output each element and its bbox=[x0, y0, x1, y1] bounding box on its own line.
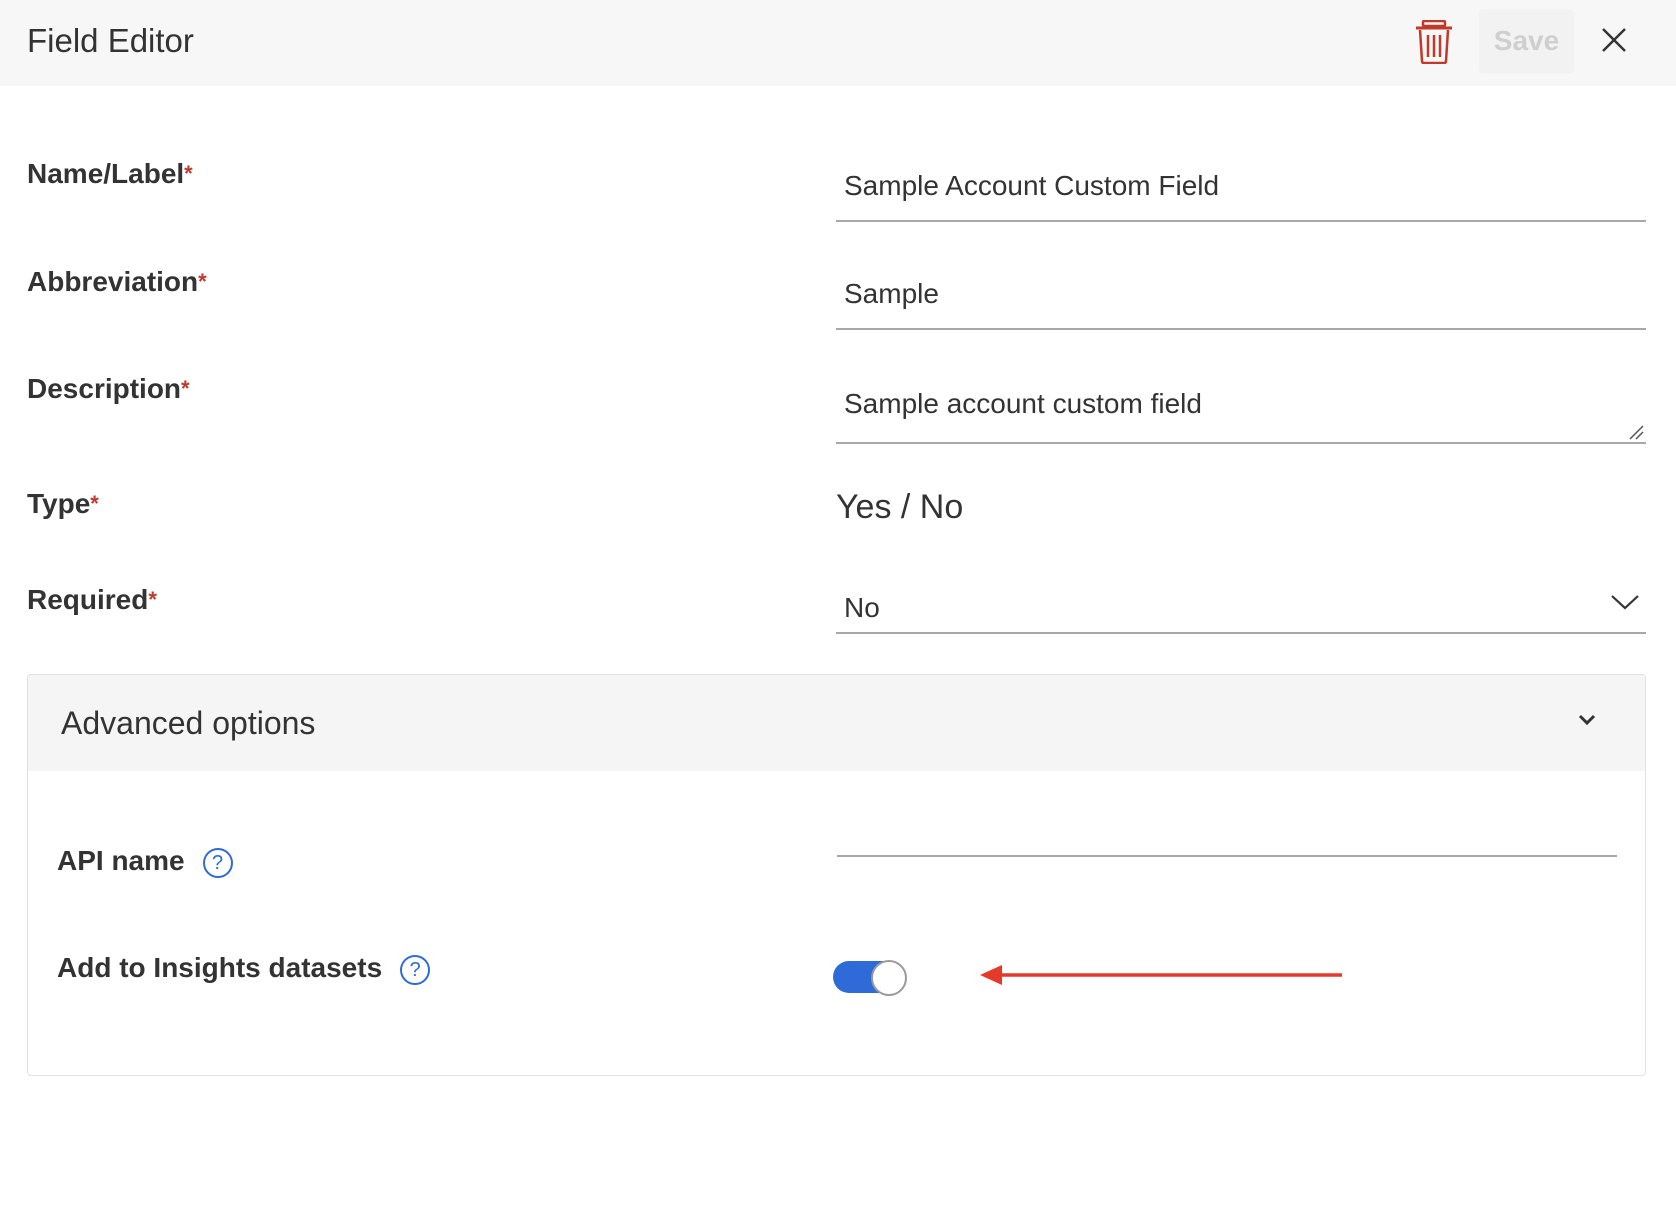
close-button[interactable] bbox=[1596, 22, 1632, 58]
close-icon bbox=[1602, 28, 1626, 52]
required-label: Required* bbox=[27, 582, 157, 618]
api-name-label-text: API name bbox=[57, 845, 185, 876]
description-label: Description* bbox=[27, 371, 190, 407]
api-name-label: API name? bbox=[57, 843, 233, 879]
required-asterisk: * bbox=[148, 587, 157, 612]
name-label-text: Name/Label bbox=[27, 158, 185, 189]
name-input-value: Sample Account Custom Field bbox=[844, 170, 1220, 201]
abbreviation-label-text: Abbreviation bbox=[27, 266, 199, 297]
chevron-down-icon bbox=[1611, 595, 1639, 610]
required-select-value: No bbox=[844, 592, 880, 623]
advanced-options-header[interactable]: Advanced options bbox=[28, 675, 1645, 771]
name-label: Name/Label* bbox=[27, 156, 193, 192]
required-select[interactable]: No bbox=[836, 590, 1646, 634]
description-label-text: Description bbox=[27, 373, 182, 404]
required-asterisk: * bbox=[184, 161, 193, 186]
dialog-title: Field Editor bbox=[27, 22, 194, 59]
advanced-options-panel: Advanced options API name? Add to Insigh… bbox=[27, 674, 1646, 1076]
type-label-text: Type bbox=[27, 488, 91, 519]
abbreviation-input[interactable]: Sample bbox=[836, 276, 1646, 330]
description-textarea[interactable]: Sample account custom field bbox=[836, 386, 1646, 444]
dialog-header: Field Editor Save bbox=[0, 0, 1676, 86]
required-asterisk: * bbox=[198, 269, 207, 294]
required-asterisk: * bbox=[181, 376, 190, 401]
api-name-input[interactable] bbox=[837, 785, 1617, 857]
type-label: Type* bbox=[27, 486, 99, 522]
description-textarea-value: Sample account custom field bbox=[844, 388, 1202, 419]
help-icon[interactable]: ? bbox=[202, 847, 233, 878]
advanced-options-title: Advanced options bbox=[61, 705, 316, 741]
required-label-text: Required bbox=[27, 584, 149, 615]
insights-toggle[interactable] bbox=[833, 960, 907, 996]
required-asterisk: * bbox=[90, 491, 99, 516]
abbreviation-input-value: Sample bbox=[844, 278, 939, 309]
insights-label-text: Add to Insights datasets bbox=[57, 952, 383, 983]
help-icon[interactable]: ? bbox=[400, 954, 431, 985]
chevron-down-icon bbox=[1578, 714, 1596, 726]
annotation-arrow-icon bbox=[980, 965, 1342, 985]
trash-icon bbox=[1416, 20, 1452, 64]
resize-grip-icon[interactable] bbox=[1628, 424, 1644, 440]
save-button[interactable]: Save bbox=[1479, 9, 1574, 73]
name-input[interactable]: Sample Account Custom Field bbox=[836, 168, 1646, 222]
abbreviation-label: Abbreviation* bbox=[27, 264, 207, 300]
insights-label: Add to Insights datasets? bbox=[57, 950, 431, 986]
toggle-knob bbox=[871, 960, 907, 996]
type-value: Yes / No bbox=[836, 488, 964, 526]
delete-button[interactable] bbox=[1410, 18, 1458, 66]
